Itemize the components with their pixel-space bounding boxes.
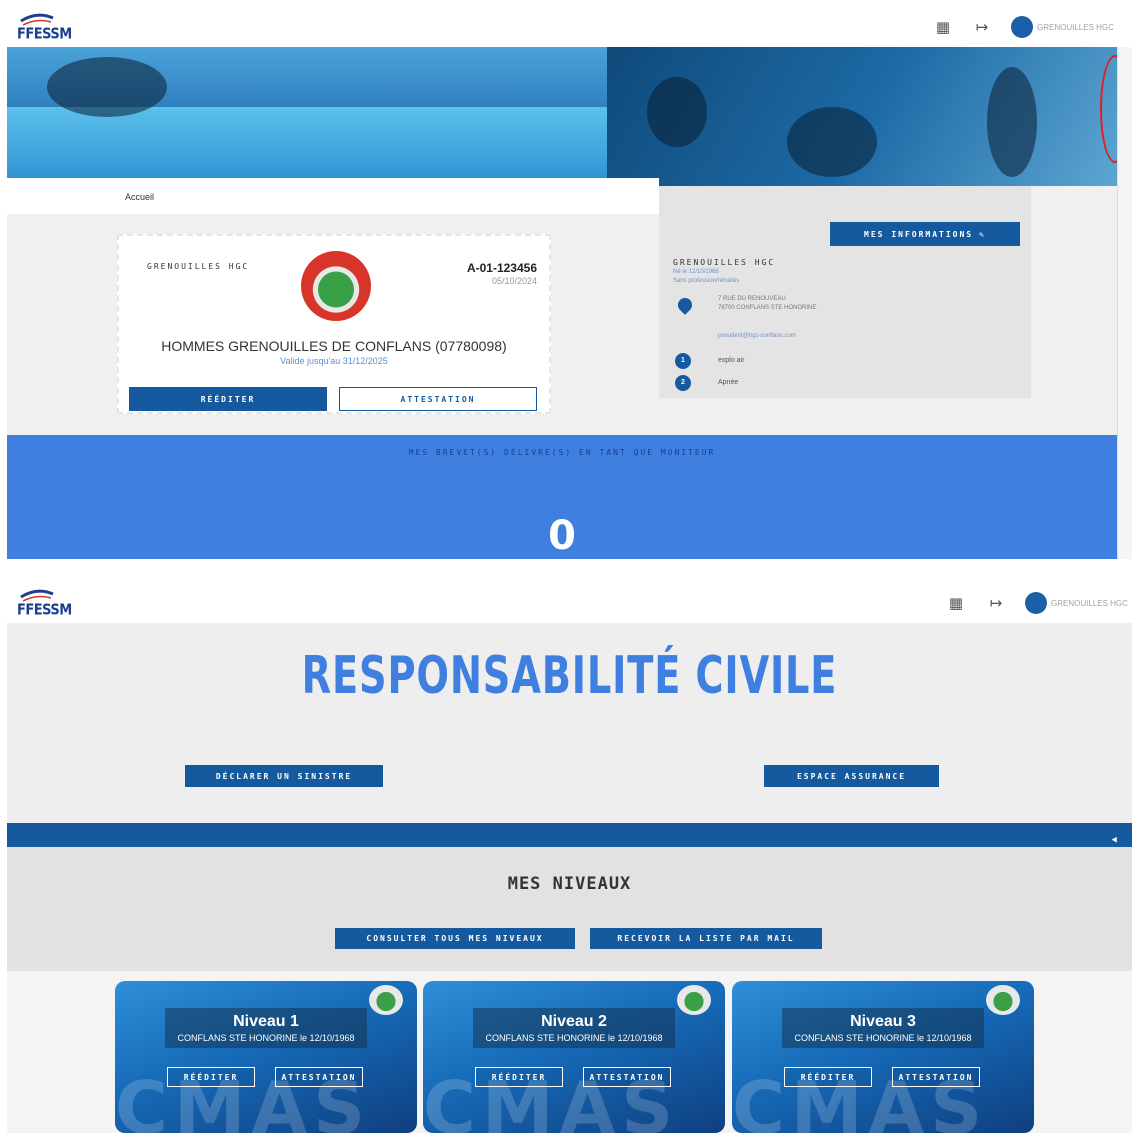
section-divider xyxy=(7,823,1132,847)
license-date: 05/10/2024 xyxy=(491,276,537,286)
reissue-license-button[interactable]: RÉÉDITER xyxy=(129,387,327,411)
logout-icon[interactable]: ↦ xyxy=(987,595,1005,613)
level-card: CMAS Niveau 3 CONFLANS STE HONORINE le 1… xyxy=(732,981,1034,1133)
my-information-label: MES INFORMATIONS xyxy=(864,229,974,239)
insurance-space-button[interactable]: ESPACE ASSURANCE xyxy=(764,765,939,787)
license-club-short: GRENOUILLES HGC xyxy=(147,262,250,271)
step-number: 2 xyxy=(675,375,691,391)
swimmer-silhouette xyxy=(47,57,167,117)
instructor-count: 0 xyxy=(548,513,576,559)
step-label: Apnée xyxy=(718,379,739,386)
top-bar: FFESSM ▦ ↦ GRENOUILLES HGC xyxy=(7,584,1132,623)
club-badge-icon xyxy=(369,985,403,1015)
level-card: CMAS Niveau 1 CONFLANS STE HONORINE le 1… xyxy=(115,981,417,1133)
level-title: Niveau 1 xyxy=(233,1013,299,1030)
level-place-date: CONFLANS STE HONORINE le 12/10/1968 xyxy=(177,1033,355,1043)
level-certificate-button[interactable]: ATTESTATION xyxy=(275,1067,363,1087)
breadcrumb[interactable]: Accueil xyxy=(125,192,154,202)
level-title: Niveau 2 xyxy=(541,1013,607,1030)
breadcrumb-bar xyxy=(7,178,659,214)
card-decoration: CMAS xyxy=(732,1066,989,1133)
license-card: GRENOUILLES HGC A-01-123456 05/10/2024 H… xyxy=(117,234,551,414)
level-place-date: CONFLANS STE HONORINE le 12/10/1968 xyxy=(485,1033,663,1043)
info-address-line1: 7 RUE DU RENOUVEAU xyxy=(718,296,786,302)
club-badge-icon xyxy=(301,251,371,321)
top-bar: FFESSM ▦ ↦ GRENOUILLES HGC xyxy=(7,8,1132,47)
info-birth: Né le 12/10/1968 xyxy=(673,269,719,275)
card-decoration: CMAS xyxy=(115,1066,372,1133)
info-panel xyxy=(659,186,1031,398)
user-name[interactable]: GRENOUILLES HGC xyxy=(1051,599,1128,608)
pencil-icon: ✎ xyxy=(979,229,986,239)
civil-liability-title: RESPONSABILITÉ CIVILE xyxy=(301,646,838,706)
club-badge-icon xyxy=(986,985,1020,1015)
info-address-line2: 78700 CONFLANS STE HONORINE xyxy=(718,305,817,311)
dashboard-bottom-view: FFESSM ▦ ↦ GRENOUILLES HGC RESPONSABILIT… xyxy=(7,584,1132,1133)
declare-claim-button[interactable]: DÉCLARER UN SINISTRE xyxy=(185,765,383,787)
diver-silhouette xyxy=(647,77,707,147)
level-certificate-button[interactable]: ATTESTATION xyxy=(583,1067,671,1087)
instructor-title: MES BREVET(S) DÉLIVRÉ(S) EN TANT QUE MON… xyxy=(408,448,716,457)
ffessm-logo[interactable]: FFESSM xyxy=(17,11,72,43)
level-place-date: CONFLANS STE HONORINE le 12/10/1968 xyxy=(794,1033,972,1043)
hero-banner xyxy=(7,47,1132,186)
logout-icon[interactable]: ↦ xyxy=(973,19,991,37)
license-certificate-button[interactable]: ATTESTATION xyxy=(339,387,537,411)
grid-icon[interactable]: ▦ xyxy=(947,595,965,613)
pool-water xyxy=(7,107,607,186)
page-scrollbar[interactable] xyxy=(1117,47,1132,559)
info-club-name: GRENOUILLES HGC xyxy=(673,258,776,267)
camera-diver-silhouette xyxy=(787,107,877,177)
logo-swoosh-icon xyxy=(20,13,54,26)
levels-section xyxy=(7,847,1132,971)
club-avatar-icon[interactable] xyxy=(1025,592,1047,614)
dashboard-top-view: FFESSM ▦ ↦ GRENOUILLES HGC Accueil GRENO… xyxy=(7,8,1132,559)
level-certificate-button[interactable]: ATTESTATION xyxy=(892,1067,980,1087)
step-label: explo air xyxy=(718,357,745,364)
step-number: 1 xyxy=(675,353,691,369)
logo-text: FFESSM xyxy=(17,601,72,620)
level-reissue-button[interactable]: RÉÉDITER xyxy=(167,1067,255,1087)
logo-text: FFESSM xyxy=(17,25,72,44)
grid-icon[interactable]: ▦ xyxy=(934,19,952,37)
license-number: A-01-123456 xyxy=(466,261,537,275)
user-name[interactable]: GRENOUILLES HGC xyxy=(1037,23,1114,32)
info-email[interactable]: president@hgc-conflans.com xyxy=(718,333,796,339)
my-information-button[interactable]: MES INFORMATIONS ✎ xyxy=(830,222,1020,246)
email-levels-list-button[interactable]: RECEVOIR LA LISTE PAR MAIL xyxy=(590,928,822,949)
view-all-levels-button[interactable]: CONSULTER TOUS MES NIVEAUX xyxy=(335,928,575,949)
club-avatar-icon[interactable] xyxy=(1011,16,1033,38)
club-badge-icon xyxy=(677,985,711,1015)
level-reissue-button[interactable]: RÉÉDITER xyxy=(475,1067,563,1087)
ffessm-logo[interactable]: FFESSM xyxy=(17,587,72,619)
level-title: Niveau 3 xyxy=(850,1013,916,1030)
freediver-silhouette xyxy=(987,67,1037,177)
levels-title: MES NIVEAUX xyxy=(507,874,632,894)
license-valid-until: Valide jusqu'au 31/12/2025 xyxy=(280,356,388,366)
logo-swoosh-icon xyxy=(20,589,54,602)
license-club-full: HOMMES GRENOUILLES DE CONFLANS (07780098… xyxy=(161,338,507,354)
level-card: CMAS Niveau 2 CONFLANS STE HONORINE le 1… xyxy=(423,981,725,1133)
info-occupation: Sans profession/retraités xyxy=(673,278,740,284)
level-reissue-button[interactable]: RÉÉDITER xyxy=(784,1067,872,1087)
card-decoration: CMAS xyxy=(423,1066,680,1133)
